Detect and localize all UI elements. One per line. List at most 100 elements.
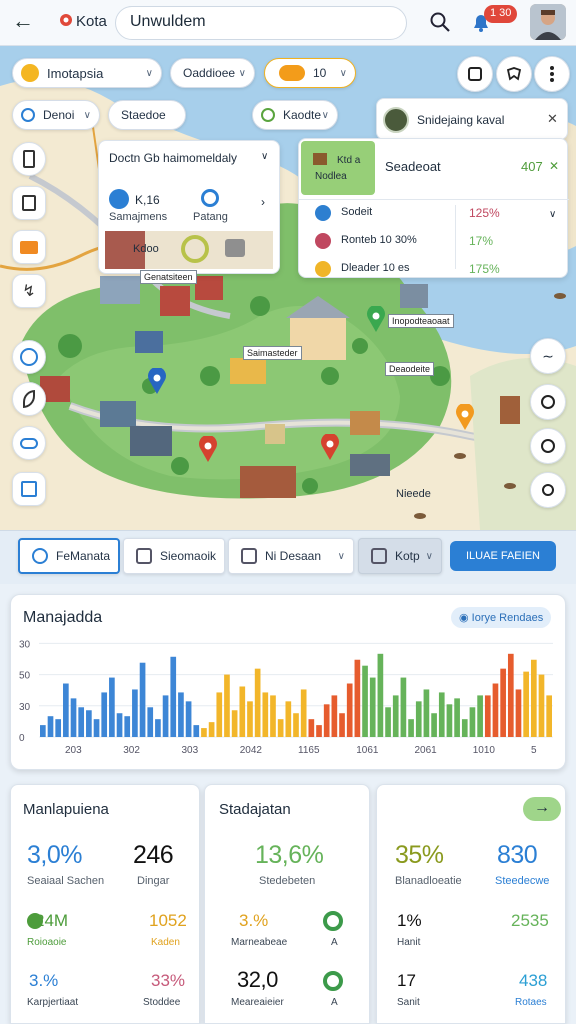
tool-battery-button[interactable] [12,142,46,176]
metric-label: Dingar [137,875,170,887]
x-tick-label: 1165 [298,745,320,756]
chart-filter-chip[interactable]: ◉ Iorye Rendaes [451,607,552,628]
map-label: Nieede [396,488,431,500]
map-label: Inopodteaoaat [388,314,454,328]
toggle-select[interactable]: 10 ∨ [264,58,356,88]
chart-bar [185,701,192,737]
type-filter-1[interactable]: Denoi ∨ [12,100,100,130]
chevron-down-icon[interactable]: ∨ [261,151,268,162]
metric-value: 3,0% [27,841,82,869]
chart-bar [546,695,552,737]
chart-bar [530,659,537,737]
tool-folder-button[interactable] [12,230,46,264]
green-circle-icon [323,911,343,931]
user-location-button[interactable] [530,472,566,508]
x-tick-label: 1061 [356,745,379,756]
chart-bar [86,710,92,737]
chart-bar [400,677,407,737]
chevron-down-icon: ∨ [83,109,91,121]
chart-bar [507,653,514,737]
type-label: Staedoe [121,108,166,122]
user-card[interactable]: Snidejaing kaval ✕ [376,98,568,140]
chart-bar [408,719,414,737]
trend-button[interactable]: ∼ [530,338,566,374]
avatar[interactable] [530,4,566,40]
stats-card[interactable]: Ktd a Nodlea Seadeoat 407 ✕ Sodeit 125% Ro… [298,138,569,278]
list-icon [21,481,37,497]
primary-action-button[interactable]: ILUAE FAEIEN [450,541,556,571]
detail-card[interactable]: Doctn Gb haimomeldaly ∨ K,16 Samajmens P… [98,140,280,274]
chart-title: Manajadda [23,609,103,626]
chart-bar [438,692,445,737]
layers-button[interactable] [496,56,532,92]
chart-bar [415,701,422,737]
leaf-icon [23,390,35,408]
chevron-down-icon: ∨ [339,67,347,79]
chevron-down-icon: ∨ [337,550,345,562]
progress-ring-icon [181,235,209,263]
tool-cloud-button[interactable] [12,426,46,460]
chart-bar [538,674,545,737]
chart-bar [484,695,491,737]
robot-icon [225,239,245,257]
tab-2[interactable]: Sieomaoik [123,538,225,574]
row-label: Ronteb 10 30% [341,234,417,246]
row-label: Sodeit [341,206,373,218]
chart-bar [316,725,322,737]
chart-bar [500,668,506,737]
map-pin-icon[interactable] [455,402,475,430]
tool-document-button[interactable] [12,186,46,220]
search-icon[interactable] [428,10,452,34]
y-tick-label: 30 [19,702,31,713]
tab-3[interactable]: Ni Desaan ∨ [228,538,354,574]
region-select[interactable]: Imotapsia ∨ [12,58,162,88]
stats-tile: Ktd a Nodlea [301,141,375,195]
map-label: Saimasteder [243,346,302,360]
tab-1[interactable]: FeManata [18,538,120,574]
map-pin-icon[interactable] [147,366,167,394]
chart-bar [285,701,292,737]
y-tick-label: 0 [19,733,25,744]
type-label: Denoi [43,108,75,122]
tool-map-button[interactable] [12,340,46,374]
search-map-button[interactable] [530,384,566,420]
tool-list-button[interactable] [12,472,46,506]
type-filter-3[interactable]: Kaodte ∨ [252,100,338,130]
square-view-button[interactable] [457,56,493,92]
map-pin-icon[interactable] [366,304,386,332]
map-pin-icon[interactable] [320,432,340,460]
search-input[interactable]: Unwuldem [115,6,407,40]
tool-route-button[interactable]: ↯ [12,274,46,308]
user-name: Snidejaing kaval [417,113,505,127]
chart-bar [392,695,399,737]
chart-bar [369,677,376,737]
locate-button[interactable] [530,428,566,464]
close-icon[interactable]: ✕ [547,111,558,127]
stats-title: Seadeoat [385,159,441,174]
blue-dot-icon [109,189,129,209]
back-button[interactable]: ← [12,8,40,36]
chart-bar [277,719,284,737]
stats-panel-2: Stadajatan 13,6% Stedebeten 3.% Marneabe… [204,784,370,1024]
chart-bar [231,710,238,737]
tab-4[interactable]: Kotp ∨ [358,538,442,574]
chart-bar [247,701,253,737]
chart-bar [515,689,522,737]
close-icon[interactable]: ✕ [549,159,559,173]
map-pin-icon[interactable] [198,434,218,462]
more-options-button[interactable] [534,56,570,92]
chevron-down-icon[interactable]: ∨ [549,209,556,220]
table-icon [241,548,257,564]
tab-label: Sieomaoik [160,549,217,563]
row-value: 17% [469,234,494,248]
y-tick-label: 30 [19,639,31,650]
chevron-right-icon[interactable]: › [261,195,265,209]
tile-text: Ktd a [337,155,361,166]
stats-panel-3: → 35% Blanadloeatie 830 Steedecwe 1% Han… [376,784,566,1024]
tool-leaf-button[interactable] [12,382,46,416]
next-button[interactable]: → [523,797,561,821]
category-select[interactable]: Oaddioee ∨ [170,58,255,88]
divider [455,205,456,269]
type-filter-2[interactable]: Staedoe [108,100,186,130]
row-value: 175% [469,262,500,276]
